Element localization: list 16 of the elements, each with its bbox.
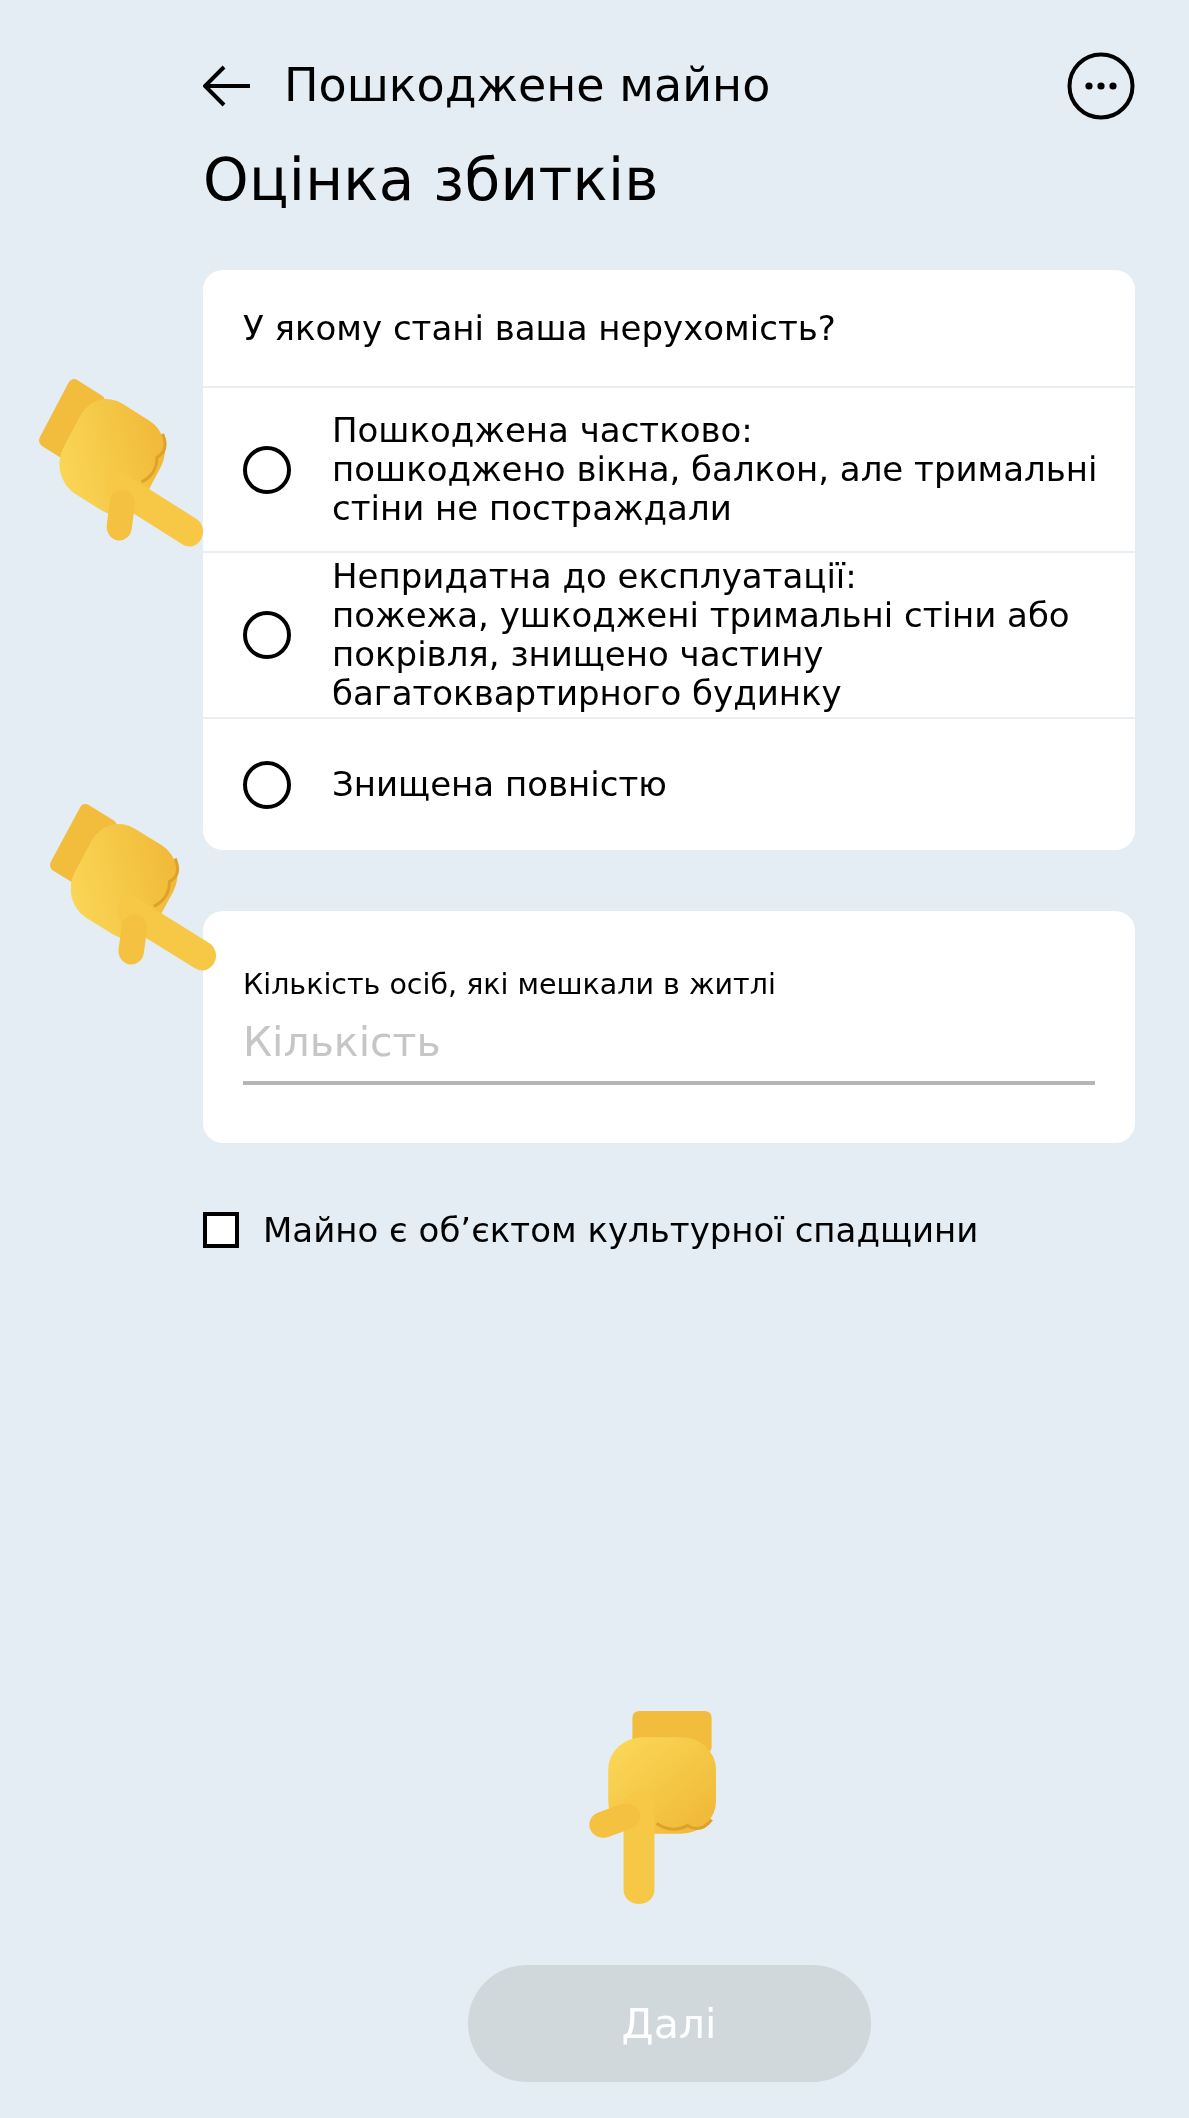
option-title: Пошкоджена частково:: [332, 411, 754, 450]
radio-button[interactable]: [243, 611, 291, 659]
header-title: Пошкоджене майно: [284, 58, 771, 114]
option-title: Непридатна до експлуатації:: [332, 557, 858, 596]
question-text: У якому стані ваша нерухомість?: [243, 308, 836, 348]
checkbox[interactable]: [203, 1212, 239, 1248]
field-label: Кількість осіб, які мешкали в житлі: [243, 967, 776, 1003]
option-description: пошкоджено вікна, балкон, але тримальні стіни не постраждали: [332, 450, 1099, 528]
more-menu-icon[interactable]: [1067, 52, 1135, 120]
checkbox-label: Майно є об’єктом культурної спадщини: [263, 1210, 979, 1250]
page-heading: Оцінка збитків: [203, 146, 659, 214]
back-arrow-icon[interactable]: [203, 65, 252, 107]
radio-button[interactable]: [243, 445, 291, 494]
option-description: пожежа, ушкоджені тримальні стіни або покрівля, знищено частину багатоквартирного будинку: [332, 596, 1071, 713]
radio-button[interactable]: [243, 760, 291, 809]
option-title: Знищена повністю: [332, 765, 667, 804]
